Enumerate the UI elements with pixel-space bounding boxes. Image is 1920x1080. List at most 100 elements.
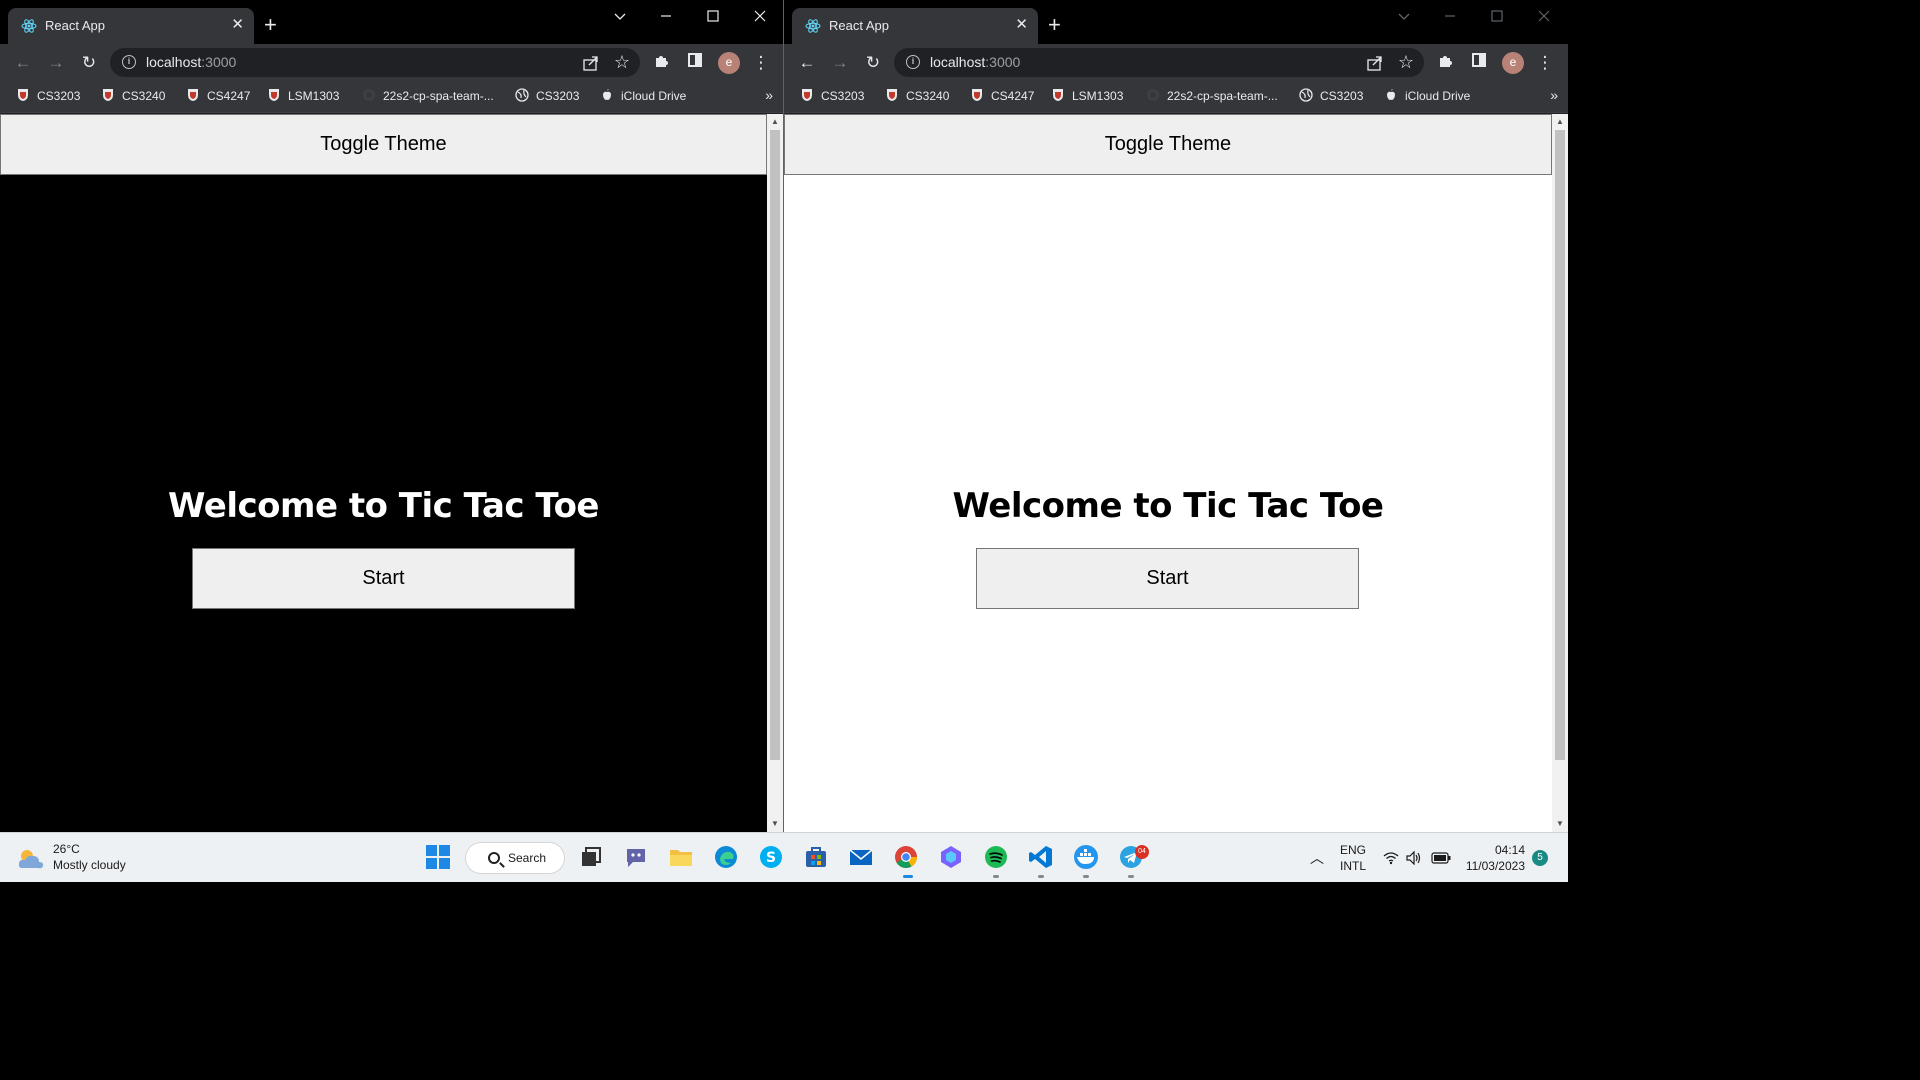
- bookmark-item[interactable]: 22s2-cp-spa-team-...: [1146, 88, 1278, 106]
- profile-avatar[interactable]: e: [718, 52, 740, 74]
- scroll-up-icon[interactable]: ▲: [771, 117, 779, 127]
- mail-icon[interactable]: [848, 844, 874, 870]
- search-label: Search: [508, 851, 547, 865]
- bookmark-item[interactable]: CS4247: [186, 88, 250, 106]
- start-button[interactable]: Start: [192, 548, 575, 609]
- scrollbar[interactable]: ▲ ▼: [1552, 114, 1568, 832]
- bookmark-item[interactable]: CS3203: [1299, 88, 1363, 106]
- store-icon[interactable]: [803, 844, 829, 870]
- close-tab-icon[interactable]: ✕: [231, 16, 244, 34]
- menu-kebab-icon[interactable]: ⋮: [1534, 52, 1556, 74]
- nus-shield-icon: [887, 89, 897, 101]
- bookmark-item[interactable]: CS3240: [101, 88, 165, 106]
- skype-icon[interactable]: S: [758, 844, 784, 870]
- clock[interactable]: 04:14 11/03/2023: [1465, 843, 1525, 873]
- battery-icon[interactable]: [1431, 852, 1451, 864]
- volume-icon[interactable]: [1406, 851, 1422, 865]
- running-app-indicator: [993, 875, 999, 878]
- forward-icon[interactable]: →: [829, 52, 851, 74]
- site-info-icon[interactable]: i: [122, 55, 136, 69]
- side-panel-icon[interactable]: [684, 52, 706, 74]
- github-icon: [363, 89, 375, 101]
- extensions-icon[interactable]: [651, 52, 673, 74]
- bookmarks-overflow-icon[interactable]: »: [765, 87, 773, 103]
- partly-cloudy-icon: [18, 850, 44, 869]
- side-panel-icon[interactable]: [1468, 52, 1490, 74]
- menu-kebab-icon[interactable]: ⋮: [750, 52, 772, 74]
- bookmark-item[interactable]: CS3203: [800, 88, 864, 106]
- new-tab-icon[interactable]: +: [1048, 14, 1061, 36]
- bookmark-item[interactable]: LSM1303: [267, 88, 339, 106]
- toggle-theme-button[interactable]: Toggle Theme: [0, 114, 767, 175]
- bookmark-item[interactable]: iCloud Drive: [1384, 88, 1470, 106]
- file-explorer-icon[interactable]: [668, 844, 694, 870]
- forward-icon[interactable]: →: [45, 52, 67, 74]
- start-button[interactable]: Start: [976, 548, 1359, 609]
- react-logo-icon: [805, 19, 821, 33]
- back-icon[interactable]: ←: [12, 52, 34, 74]
- vscode-icon[interactable]: [1028, 844, 1054, 870]
- site-info-icon[interactable]: i: [906, 55, 920, 69]
- maximize-icon[interactable]: [693, 4, 733, 28]
- notification-count-badge[interactable]: 5: [1532, 850, 1548, 866]
- scrollbar-thumb[interactable]: [770, 130, 780, 760]
- teams-chat-icon[interactable]: [623, 844, 649, 870]
- bookmark-star-icon[interactable]: ☆: [614, 51, 630, 73]
- bookmark-star-icon[interactable]: ☆: [1398, 51, 1414, 73]
- share-icon[interactable]: [582, 54, 600, 72]
- minimize-icon[interactable]: [1430, 4, 1470, 28]
- globe-icon: [1299, 88, 1313, 102]
- show-hidden-icons-icon[interactable]: ︿: [1310, 848, 1324, 868]
- tab-search-icon[interactable]: [600, 4, 640, 28]
- bookmark-item[interactable]: iCloud Drive: [600, 88, 686, 106]
- scroll-down-icon[interactable]: ▼: [1556, 819, 1564, 829]
- copilot-icon[interactable]: [938, 844, 964, 870]
- back-icon[interactable]: ←: [796, 52, 818, 74]
- tab-react-app[interactable]: React App ✕: [792, 8, 1038, 44]
- weather-description: Mostly cloudy: [53, 858, 126, 872]
- edge-icon[interactable]: [713, 844, 739, 870]
- new-tab-icon[interactable]: +: [264, 14, 277, 36]
- scrollbar-thumb[interactable]: [1555, 130, 1565, 760]
- bookmark-item[interactable]: CS4247: [970, 88, 1034, 106]
- close-tab-icon[interactable]: ✕: [1015, 16, 1028, 34]
- spotify-icon[interactable]: [983, 844, 1009, 870]
- scroll-down-icon[interactable]: ▼: [771, 819, 779, 829]
- close-window-icon[interactable]: [740, 4, 780, 28]
- tab-search-icon[interactable]: [1384, 4, 1424, 28]
- minimize-icon[interactable]: [646, 4, 686, 28]
- apple-icon: [1387, 89, 1395, 100]
- scroll-up-icon[interactable]: ▲: [1556, 117, 1564, 127]
- tab-react-app[interactable]: React App ✕: [8, 8, 254, 44]
- language-indicator[interactable]: ENG INTL: [1340, 843, 1366, 873]
- bookmark-item[interactable]: LSM1303: [1051, 88, 1123, 106]
- clock-date: 11/03/2023: [1465, 859, 1525, 873]
- bookmarks-bar: CS3203 CS3240 CS4247 LSM1303 22s2-cp-spa…: [0, 81, 783, 113]
- close-window-icon[interactable]: [1524, 4, 1564, 28]
- docker-icon[interactable]: [1073, 844, 1099, 870]
- bookmarks-overflow-icon[interactable]: »: [1550, 87, 1558, 103]
- start-icon[interactable]: [425, 844, 451, 870]
- taskbar-search[interactable]: Search: [465, 842, 565, 874]
- bookmark-item[interactable]: CS3240: [885, 88, 949, 106]
- maximize-icon[interactable]: [1477, 4, 1517, 28]
- task-view-icon[interactable]: [578, 844, 604, 870]
- extensions-icon[interactable]: [1435, 52, 1457, 74]
- search-icon: [488, 852, 500, 864]
- bookmark-item[interactable]: 22s2-cp-spa-team-...: [362, 88, 494, 106]
- wifi-icon[interactable]: [1383, 851, 1399, 865]
- profile-avatar[interactable]: e: [1502, 52, 1524, 74]
- reload-icon[interactable]: ↻: [862, 52, 884, 74]
- reload-icon[interactable]: ↻: [78, 52, 100, 74]
- welcome-heading: Welcome to Tic Tac Toe: [168, 486, 599, 526]
- address-bar[interactable]: i localhost:3000 ☆: [894, 48, 1424, 77]
- toggle-theme-button[interactable]: Toggle Theme: [784, 114, 1552, 175]
- share-icon[interactable]: [1366, 54, 1384, 72]
- bookmark-item[interactable]: CS3203: [515, 88, 579, 106]
- nus-shield-icon: [802, 89, 812, 101]
- address-bar[interactable]: i localhost:3000 ☆: [110, 48, 640, 77]
- chrome-icon[interactable]: [893, 844, 919, 870]
- bookmark-item[interactable]: CS3203: [16, 88, 80, 106]
- scrollbar[interactable]: ▲ ▼: [767, 114, 783, 832]
- url-text: localhost:3000: [146, 54, 237, 70]
